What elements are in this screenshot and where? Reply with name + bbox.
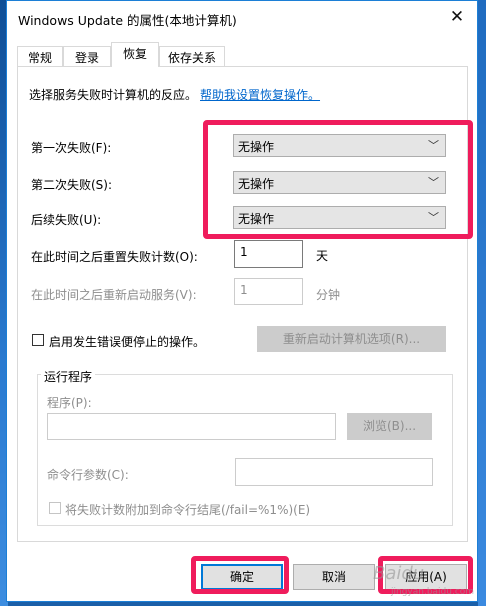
ok-button[interactable]: 确定 (201, 564, 283, 590)
restart-computer-options-button: 重新启动计算机选项(R)... (257, 326, 446, 352)
browse-button: 浏览(B)... (347, 413, 432, 440)
first-failure-select[interactable]: 无操作 ﹀ (233, 134, 446, 157)
append-fail-checkbox (49, 502, 61, 514)
properties-dialog: Windows Update 的属性(本地计算机) ✕ 常规 登录 恢复 依存关… (6, 0, 478, 602)
params-input (235, 458, 433, 486)
restart-service-label: 在此时间之后重新启动服务(V): (31, 288, 197, 302)
cancel-button[interactable]: 取消 (293, 564, 375, 590)
reset-count-value: 1 (240, 245, 248, 259)
restart-service-value: 1 (240, 283, 248, 297)
subsequent-failure-label: 后续失败(U): (31, 213, 102, 227)
second-failure-label: 第二次失败(S): (31, 178, 113, 192)
program-input (47, 413, 336, 440)
reset-count-label: 在此时间之后重置失败计数(O): (31, 250, 198, 264)
watermark-logo: Baidu (373, 563, 425, 584)
restart-service-unit: 分钟 (316, 288, 341, 302)
second-failure-value: 无操作 (238, 177, 275, 191)
tab-dependencies[interactable]: 依存关系 (159, 46, 225, 66)
reset-count-input[interactable]: 1 (234, 240, 303, 268)
first-failure-label: 第一次失败(F): (31, 141, 112, 155)
intro-text: 选择服务失败时计算机的反应。 (29, 88, 198, 102)
program-label: 程序(P): (47, 396, 92, 410)
tab-recovery[interactable]: 恢复 (111, 42, 159, 67)
title-bar[interactable]: Windows Update 的属性(本地计算机) ✕ (7, 1, 477, 33)
help-link[interactable]: 帮助我设置恢复操作。 (200, 86, 320, 103)
tab-logon[interactable]: 登录 (63, 46, 111, 66)
reset-count-unit: 天 (316, 249, 329, 263)
subsequent-failure-select[interactable]: 无操作 ﹀ (233, 206, 446, 229)
enable-stop-errors-label: 启用发生错误便停止的操作。 (49, 335, 206, 349)
chevron-down-icon: ﹀ (428, 211, 439, 224)
subsequent-failure-value: 无操作 (238, 212, 275, 226)
watermark-url: jingyan.baidu.com (391, 587, 475, 597)
chevron-down-icon: ﹀ (428, 139, 439, 152)
desktop-background-right (478, 0, 486, 606)
chevron-down-icon: ﹀ (428, 176, 439, 189)
enable-stop-errors-checkbox[interactable] (32, 334, 44, 346)
run-program-group-label: 运行程序 (41, 368, 96, 385)
first-failure-value: 无操作 (238, 140, 275, 154)
append-fail-label: 将失败计数附加到命令行结尾(/fail=%1%)(E) (65, 503, 311, 517)
second-failure-select[interactable]: 无操作 ﹀ (233, 171, 446, 194)
tab-general[interactable]: 常规 (17, 46, 63, 66)
restart-service-input: 1 (234, 278, 303, 305)
params-label: 命令行参数(C): (47, 468, 129, 482)
close-icon[interactable]: ✕ (445, 5, 469, 29)
window-title: Windows Update 的属性(本地计算机) (18, 13, 237, 28)
